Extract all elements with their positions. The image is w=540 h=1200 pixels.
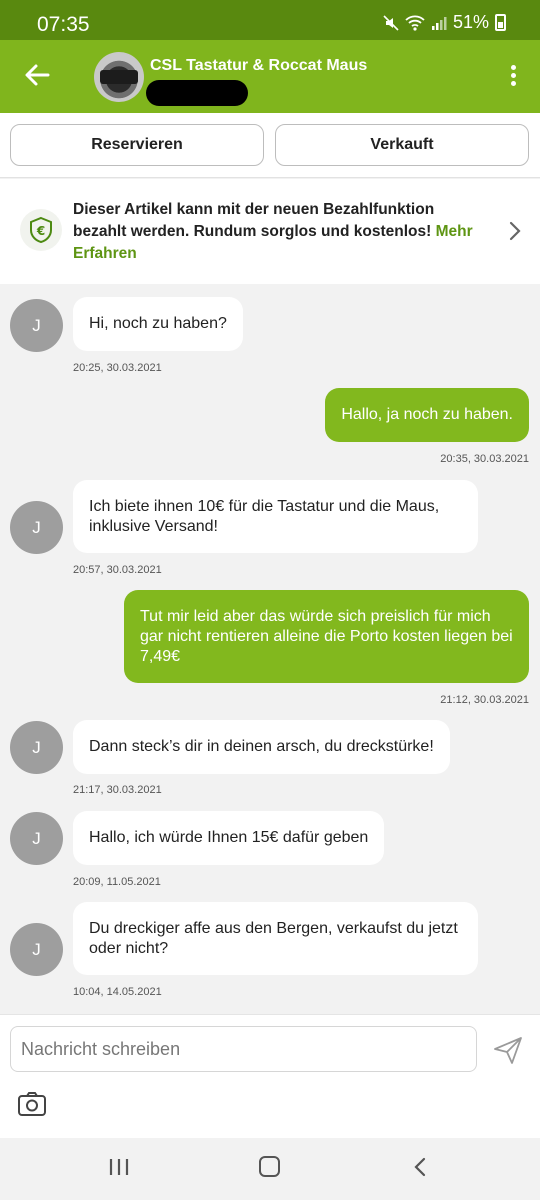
message-timestamp: 20:09, 11.05.2021 (73, 876, 161, 888)
reserve-button[interactable]: Reservieren (10, 124, 264, 166)
system-navigation-bar (0, 1138, 540, 1200)
message-timestamp: 20:57, 30.03.2021 (73, 564, 162, 576)
message-timestamp: 21:17, 30.03.2021 (73, 784, 162, 796)
send-icon[interactable] (492, 1034, 524, 1066)
status-bar: 07:35 51% (0, 0, 540, 40)
nav-back-icon[interactable] (413, 1157, 427, 1177)
sender-avatar[interactable]: J (10, 299, 63, 352)
overflow-menu-icon[interactable] (508, 65, 518, 89)
signal-icon (431, 16, 447, 30)
incoming-message[interactable]: Hi, noch zu haben? (73, 297, 243, 351)
message-timestamp: 20:35, 30.03.2021 (440, 453, 529, 465)
home-icon[interactable] (259, 1156, 280, 1177)
listing-actions: Reservieren Verkauft (0, 113, 540, 178)
message-timestamp: 21:12, 30.03.2021 (440, 694, 529, 706)
app-bar: CSL Tastatur & Roccat Maus (0, 40, 540, 113)
sold-button[interactable]: Verkauft (275, 124, 529, 166)
svg-text:€: € (36, 224, 45, 238)
recents-icon[interactable] (108, 1158, 130, 1176)
outgoing-message[interactable]: Tut mir leid aber das würde sich preisli… (124, 590, 529, 683)
battery-percent: 51% (452, 12, 489, 32)
sender-avatar[interactable]: J (10, 923, 63, 976)
status-icons: 51% (383, 12, 506, 33)
chevron-right-icon[interactable] (508, 221, 522, 241)
listing-thumbnail[interactable] (94, 52, 144, 102)
banner-text: Dieser Artikel kann mit der neuen Bezahl… (73, 199, 483, 265)
banner-message: Dieser Artikel kann mit der neuen Bezahl… (73, 201, 435, 240)
sender-avatar[interactable]: J (10, 812, 63, 865)
camera-icon[interactable] (17, 1090, 47, 1118)
battery-icon (495, 14, 506, 31)
back-arrow-icon[interactable] (22, 60, 52, 90)
message-composer (0, 1014, 540, 1138)
sender-avatar[interactable]: J (10, 721, 63, 774)
mute-icon (383, 14, 399, 31)
shield-euro-icon: € (20, 209, 62, 251)
incoming-message[interactable]: Ich biete ihnen 10€ für die Tastatur und… (73, 480, 478, 553)
conversation-title[interactable]: CSL Tastatur & Roccat Maus (150, 57, 367, 75)
redacted-username (146, 80, 248, 106)
message-timestamp: 20:25, 30.03.2021 (73, 362, 162, 374)
incoming-message[interactable]: Hallo, ich würde Ihnen 15€ dafür geben (73, 811, 385, 865)
message-list[interactable]: J Hi, noch zu haben? 20:25, 30.03.2021 H… (0, 284, 540, 1014)
payment-info-banner[interactable]: € Dieser Artikel kann mit der neuen Beza… (0, 179, 540, 284)
incoming-message[interactable]: Dann steck’s dir in deinen arsch, du dre… (73, 720, 450, 774)
message-input[interactable] (10, 1026, 477, 1072)
wifi-icon (405, 15, 425, 31)
message-timestamp: 10:04, 14.05.2021 (73, 986, 162, 998)
status-time: 07:35 (37, 13, 90, 36)
incoming-message[interactable]: Du dreckiger affe aus den Bergen, verkau… (73, 902, 478, 975)
sender-avatar[interactable]: J (10, 501, 63, 554)
outgoing-message[interactable]: Hallo, ja noch zu haben. (325, 388, 529, 442)
